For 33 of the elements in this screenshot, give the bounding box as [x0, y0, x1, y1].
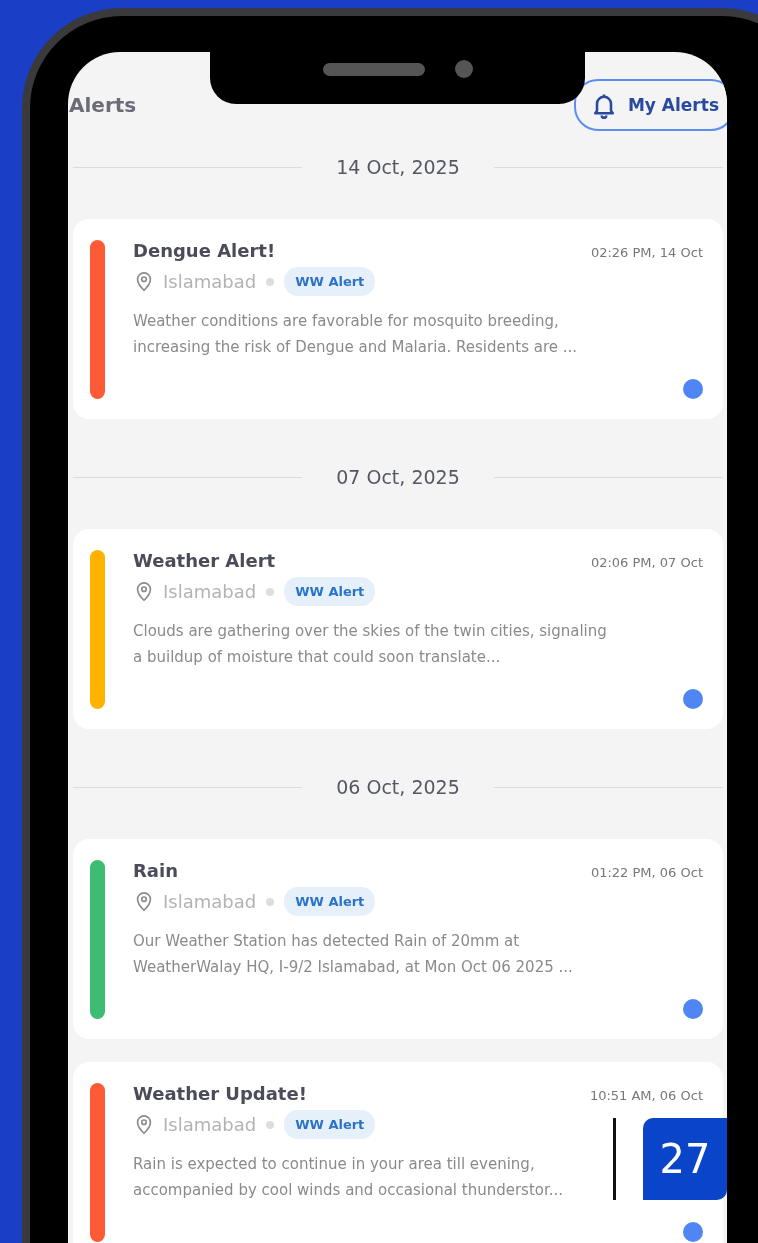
- alert-title: Dengue Alert!: [133, 240, 276, 261]
- alert-message: Rain is expected to continue in your area till evening, accompanied by cool winds and occasional thunderstor...: [133, 1154, 565, 1201]
- screen-title: Alerts: [69, 93, 137, 117]
- location-text: Islamabad: [163, 1114, 257, 1135]
- alert-message: Weather conditions are favorable for mosquito breeding, increasing the risk of Dengue and Malaria. Residents are ...: [133, 311, 579, 358]
- alert-tag: WW Alert: [284, 577, 376, 606]
- separator-dot: [266, 587, 275, 596]
- alert-time: 01:22 PM, 06 Oct: [590, 865, 703, 880]
- my-alerts-button[interactable]: My Alerts: [573, 79, 727, 131]
- alert-title: Weather Update!: [133, 1083, 307, 1104]
- location-text: Islamabad: [163, 581, 257, 602]
- alert-tag: WW Alert: [284, 1110, 376, 1139]
- location-text: Islamabad: [163, 891, 257, 912]
- alert-tag: WW Alert: [284, 267, 376, 296]
- separator-dot: [266, 897, 275, 906]
- separator-dot: [266, 277, 275, 286]
- page-number-badge: 27: [643, 1118, 727, 1200]
- date-heading: 14 Oct, 2025: [336, 156, 460, 178]
- date-heading: 06 Oct, 2025: [336, 776, 460, 798]
- alert-title: Rain: [133, 860, 178, 881]
- alert-card[interactable]: Weather Alert 02:06 PM, 07 Oct Islamabad WW Alert Clouds are gathering over the skies of the twin cities, signaling a buildup of moisture that could soon translate...: [73, 529, 723, 729]
- date-heading: 07 Oct, 2025: [336, 466, 460, 488]
- location-text: Islamabad: [163, 271, 257, 292]
- alert-time: 10:51 AM, 06 Oct: [589, 1088, 703, 1103]
- alert-card[interactable]: Dengue Alert! 02:26 PM, 14 Oct Islamabad WW Alert Weather conditions are favorable for mosquito breeding, increasing the risk of Dengue and Malaria. Residents are ...: [73, 219, 723, 419]
- alert-time: 02:06 PM, 07 Oct: [590, 555, 703, 570]
- alert-message: Our Weather Station has detected Rain of 20mm at WeatherWalay HQ, I-9/2 Islamabad, at Mon Oct 06 2025 ...: [133, 931, 574, 978]
- alert-message: Clouds are gathering over the skies of the twin cities, signaling a buildup of moisture that could soon translate...: [133, 621, 607, 668]
- alert-time: 02:26 PM, 14 Oct: [590, 245, 703, 260]
- alert-title: Weather Alert: [133, 550, 276, 571]
- separator-dot: [266, 1120, 275, 1129]
- alert-tag: WW Alert: [284, 887, 376, 916]
- alert-card[interactable]: Rain 01:22 PM, 06 Oct Islamabad WW Alert Our Weather Station has detected Rain of 20mm at WeatherWalay HQ, I-9/2 Islamabad, at Mon Oct 06 2025 ...: [73, 839, 723, 1039]
